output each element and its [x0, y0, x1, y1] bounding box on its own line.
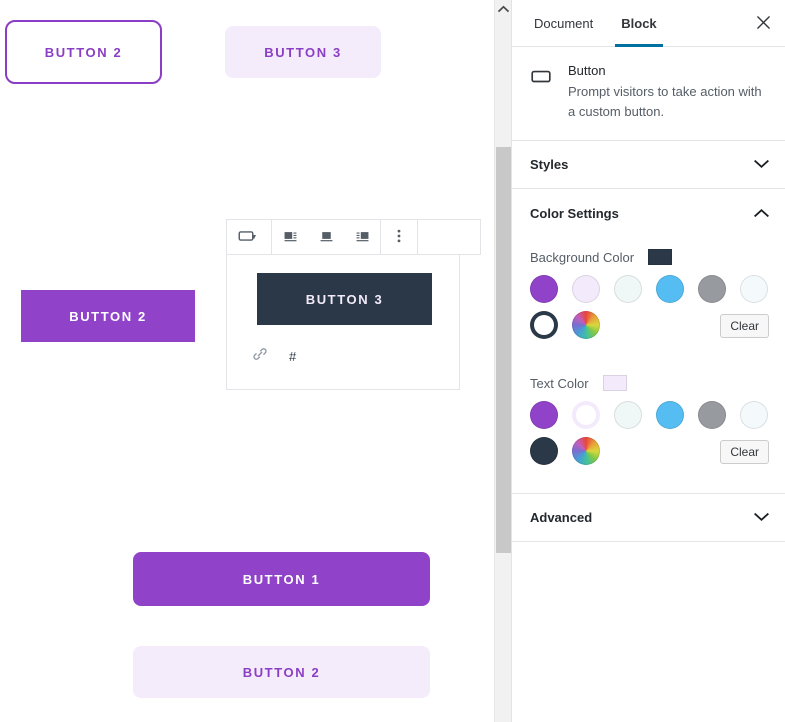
- panel-label-advanced: Advanced: [530, 510, 593, 526]
- chevron-up-icon: [754, 206, 769, 221]
- swatch-background-sky-blue[interactable]: [656, 275, 684, 304]
- swatch-text-custom-color-picker[interactable]: [572, 437, 600, 466]
- swatch-dot: [656, 275, 684, 304]
- swatch-background-custom-color-picker[interactable]: [572, 311, 600, 340]
- swatch-dot: [572, 437, 600, 466]
- background-clear-button[interactable]: Clear: [720, 314, 769, 339]
- swatch-text-purple[interactable]: [530, 401, 558, 430]
- canvas-button-purple-square[interactable]: Button 2: [21, 290, 195, 342]
- close-sidebar-button[interactable]: [747, 8, 779, 40]
- swatch-background-purple[interactable]: [530, 275, 558, 304]
- settings-sidebar: Document Block Button Prompt visitors to…: [511, 0, 785, 722]
- panel-header-styles[interactable]: Styles: [512, 141, 785, 190]
- align-right-button[interactable]: [344, 220, 380, 254]
- swatch-dot: [572, 401, 600, 430]
- align-left-button[interactable]: [272, 220, 308, 254]
- align-left-icon: [282, 227, 299, 247]
- align-center-icon: [318, 227, 335, 247]
- block-type-switcher-button[interactable]: ▼: [227, 220, 271, 254]
- block-info-card: Button Prompt visitors to take action wi…: [512, 47, 785, 142]
- swatch-dot: [698, 401, 726, 430]
- toolbar-group-more: [381, 220, 418, 254]
- swatch-dot: [740, 275, 768, 304]
- chevron-down-icon: [754, 510, 769, 525]
- background-color-group: Background Color Clear: [530, 249, 769, 347]
- swatch-text-pale-blue[interactable]: [740, 401, 768, 430]
- chevron-down-icon: [754, 157, 769, 172]
- swatch-text-dark-navy[interactable]: [530, 437, 558, 466]
- tab-block[interactable]: Block: [607, 0, 670, 47]
- editor-canvas: Button 2 Button 3 Button 2 ▼: [0, 0, 494, 722]
- button-block-icon: [530, 63, 554, 122]
- background-color-current-swatch: [648, 249, 673, 266]
- toolbar-group-block-type: ▼: [227, 220, 272, 254]
- more-vertical-icon: [390, 227, 408, 248]
- block-toolbar: ▼: [226, 219, 481, 255]
- canvas-button-outline[interactable]: Button 2: [5, 20, 162, 84]
- block-info-text: Button Prompt visitors to take action wi…: [568, 63, 769, 122]
- editor-scrollbar[interactable]: [494, 0, 511, 722]
- panel-header-advanced[interactable]: Advanced: [512, 494, 785, 543]
- swatch-dot: [530, 311, 558, 340]
- chevron-down-icon: ▼: [250, 233, 258, 241]
- text-color-current-swatch: [602, 375, 627, 392]
- panel-label-color-settings: Color Settings: [530, 205, 619, 221]
- swatch-dot: [698, 275, 726, 304]
- more-options-button[interactable]: [381, 220, 417, 254]
- swatch-text-gray[interactable]: [698, 401, 726, 430]
- background-color-label-row: Background Color: [530, 249, 769, 266]
- link-url-text[interactable]: #: [289, 349, 296, 364]
- swatch-dot: [530, 401, 558, 430]
- text-color-swatch-grid: Clear: [530, 401, 769, 473]
- swatch-dot: [572, 311, 600, 340]
- scrollbar-thumb[interactable]: [496, 147, 511, 553]
- swatch-text-sky-blue[interactable]: [656, 401, 684, 430]
- swatch-dot: [530, 275, 558, 304]
- swatch-dot: [614, 401, 642, 430]
- block-description: Prompt visitors to take action with a cu…: [568, 84, 762, 120]
- block-editor-screen: Button 2 Button 3 Button 2 ▼: [0, 0, 785, 722]
- swatch-dot: [740, 401, 768, 430]
- toolbar-group-alignment: [272, 220, 381, 254]
- scroll-up-arrow-icon[interactable]: [495, 0, 511, 17]
- text-color-label: Text Color: [530, 375, 589, 391]
- swatch-dot: [572, 275, 600, 304]
- swatch-background-gray[interactable]: [698, 275, 726, 304]
- background-color-swatch-grid: Clear: [530, 275, 769, 347]
- block-title: Button: [568, 63, 606, 78]
- swatch-background-dark-navy[interactable]: [530, 311, 558, 340]
- swatch-text-pale-mint[interactable]: [614, 401, 642, 430]
- swatch-dot: [656, 401, 684, 430]
- tab-document[interactable]: Document: [520, 0, 607, 46]
- align-right-icon: [354, 227, 371, 247]
- text-clear-button[interactable]: Clear: [720, 440, 769, 465]
- sidebar-tab-bar: Document Block: [512, 0, 785, 47]
- swatch-background-pale-lilac[interactable]: [572, 275, 600, 304]
- swatch-background-pale-blue[interactable]: [740, 275, 768, 304]
- link-editor-row: #: [251, 345, 296, 368]
- background-color-label: Background Color: [530, 249, 635, 265]
- canvas-button-light-top[interactable]: Button 3: [225, 26, 381, 78]
- close-icon: [756, 15, 771, 33]
- swatch-dot: [614, 275, 642, 304]
- panel-header-color-settings[interactable]: Color Settings: [512, 189, 785, 238]
- canvas-button-purple-round[interactable]: Button 1: [133, 552, 430, 606]
- canvas-button-selected[interactable]: Button 3: [257, 273, 432, 325]
- text-color-group: Text Color Clear: [530, 375, 769, 473]
- canvas-button-light-bottom[interactable]: Button 2: [133, 646, 430, 698]
- swatch-text-pale-lilac[interactable]: [572, 401, 600, 430]
- swatch-dot: [530, 437, 558, 466]
- selected-block-wrapper[interactable]: Button 3 #: [226, 254, 460, 390]
- swatch-background-pale-mint[interactable]: [614, 275, 642, 304]
- panel-label-styles: Styles: [530, 157, 569, 173]
- text-color-label-row: Text Color: [530, 375, 769, 392]
- link-icon[interactable]: [251, 345, 269, 368]
- panel-body-color-settings: Background Color Clear Text Color Clear: [512, 237, 785, 495]
- align-center-button[interactable]: [308, 220, 344, 254]
